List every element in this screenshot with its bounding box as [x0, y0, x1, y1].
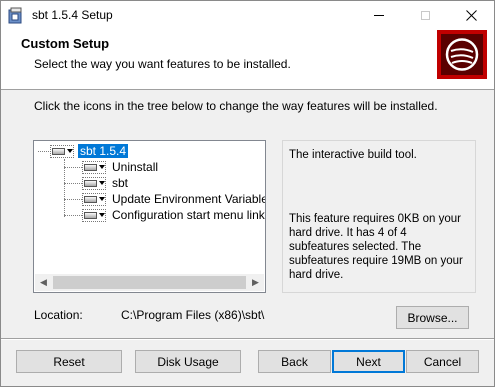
setup-window: sbt 1.5.4 Setup Custom Setup Select the … [0, 0, 495, 387]
browse-button[interactable]: Browse... [396, 306, 469, 329]
sbt-logo [437, 30, 487, 79]
installer-app-icon [8, 7, 22, 24]
back-button[interactable]: Back [258, 350, 331, 373]
feature-detail-line: hard drive. [289, 269, 344, 281]
tree-item-label[interactable]: Configuration start menu links [110, 208, 265, 222]
drive-icon[interactable] [82, 176, 106, 190]
drive-icon[interactable] [82, 160, 106, 174]
drive-icon[interactable] [50, 144, 74, 158]
divider [1, 339, 494, 340]
maximize-icon [420, 11, 430, 20]
minimize-button[interactable] [356, 1, 402, 30]
feature-tree[interactable]: sbt 1.5.4 Uninstall sbt Update Environme… [33, 140, 266, 293]
tree-connector [64, 183, 82, 184]
maximize-button[interactable] [402, 1, 448, 30]
location-label: Location: [34, 308, 83, 322]
minimize-icon [374, 15, 384, 16]
tree-item-label[interactable]: Uninstall [110, 160, 160, 174]
tree-item-start-menu[interactable]: Configuration start menu links [82, 207, 265, 223]
next-button[interactable]: Next [332, 350, 405, 373]
cancel-button[interactable]: Cancel [406, 350, 479, 373]
tree-connector [64, 199, 82, 200]
feature-detail-line: hard drive. It has 4 of 4 [289, 227, 407, 239]
tree-item-label[interactable]: sbt [110, 176, 130, 190]
reset-button[interactable]: Reset [16, 350, 122, 373]
close-icon [465, 10, 477, 21]
disk-usage-button[interactable]: Disk Usage [135, 350, 241, 373]
scroll-right-icon[interactable]: ▶ [247, 274, 264, 291]
scroll-left-icon[interactable]: ◀ [35, 274, 52, 291]
header-banner: Custom Setup Select the way you want fea… [1, 30, 494, 90]
location-path: C:\Program Files (x86)\sbt\ [121, 308, 265, 322]
title-bar: sbt 1.5.4 Setup [1, 1, 494, 30]
page-title: Custom Setup [21, 36, 110, 51]
feature-summary: The interactive build tool. [289, 149, 417, 161]
tree-item-uninstall[interactable]: Uninstall [82, 159, 160, 175]
feature-detail-line: subfeatures require 19MB on your [289, 255, 463, 267]
tree-connector [64, 215, 82, 216]
scrollbar-thumb[interactable] [53, 276, 246, 289]
feature-detail-line: This feature requires 0KB on your [289, 213, 461, 225]
horizontal-scrollbar[interactable]: ◀ ▶ [35, 274, 264, 291]
feature-description-panel: The interactive build tool. This feature… [282, 140, 476, 293]
feature-detail-line: subfeatures selected. The [289, 241, 422, 253]
instruction-text: Click the icons in the tree below to cha… [34, 99, 438, 113]
tree-item-label[interactable]: Update Environment Variables [110, 192, 265, 206]
page-subtitle: Select the way you want features to be i… [34, 57, 291, 71]
drive-icon[interactable] [82, 192, 106, 206]
tree-item-env-vars[interactable]: Update Environment Variables [82, 191, 265, 207]
tree-item-sbt[interactable]: sbt [82, 175, 130, 191]
tree-item-label[interactable]: sbt 1.5.4 [78, 144, 129, 158]
tree-connector [64, 167, 82, 168]
close-button[interactable] [448, 1, 494, 30]
window-title: sbt 1.5.4 Setup [32, 8, 113, 22]
drive-icon[interactable] [82, 208, 106, 222]
tree-item-root[interactable]: sbt 1.5.4 [50, 143, 129, 159]
